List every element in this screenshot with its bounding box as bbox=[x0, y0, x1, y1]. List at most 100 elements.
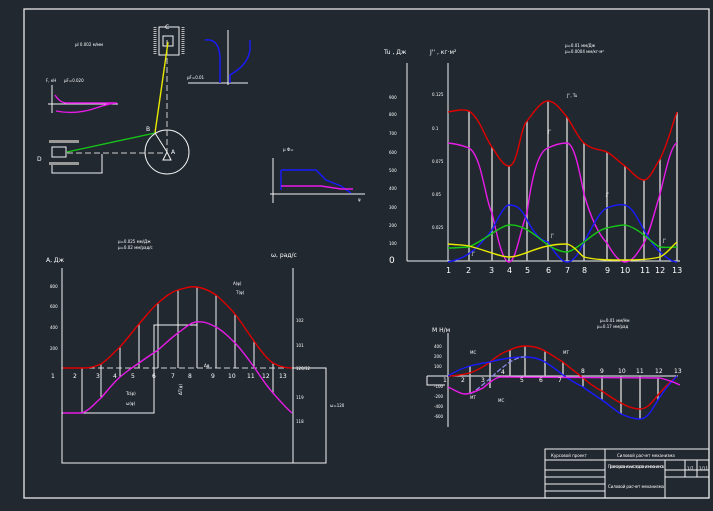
svg-text:118: 118 bbox=[296, 419, 304, 424]
svg-text:11: 11 bbox=[247, 373, 255, 380]
svg-text:200: 200 bbox=[389, 223, 397, 228]
point-d-label: D bbox=[37, 156, 42, 163]
inertia-chart: Tu , Дж J'' , кг·м² μ=0.01 мм/Дж μ=0.000… bbox=[383, 43, 682, 275]
moment-ordinates bbox=[469, 346, 659, 419]
force-top-scale: μF=0.01 bbox=[187, 75, 205, 80]
svg-text:700: 700 bbox=[389, 131, 397, 136]
omega-side-label: ω=120 bbox=[330, 403, 345, 408]
svg-text:13: 13 bbox=[674, 368, 682, 375]
svg-text:J'': J'' bbox=[547, 129, 551, 134]
total-inertia-curve bbox=[447, 100, 678, 181]
svg-text:2: 2 bbox=[461, 377, 465, 384]
legend-omega-phi: ω(φ) bbox=[126, 401, 136, 406]
moment-y-title: M Н/м bbox=[432, 327, 450, 334]
delta-t-label: ΔT(φ) bbox=[178, 384, 183, 395]
title-block-course: Курсовой проект bbox=[551, 453, 588, 458]
energy-x-labels: 12 34 56 78 9 10 11 12 13 bbox=[51, 373, 287, 380]
moment-dashed-curve bbox=[469, 356, 526, 395]
legend-tc-phi: Tc(φ) bbox=[125, 391, 136, 396]
title-block: Курсовой проект Силовой расчет механизма… bbox=[544, 448, 710, 499]
svg-text:0.1: 0.1 bbox=[432, 126, 439, 131]
svg-text:10: 10 bbox=[618, 368, 626, 375]
legend-a-phi: A(φ) bbox=[233, 281, 242, 286]
svg-text:5: 5 bbox=[525, 266, 530, 275]
svg-text:8: 8 bbox=[582, 266, 587, 275]
crank-ab bbox=[154, 132, 168, 153]
svg-text:5: 5 bbox=[520, 377, 524, 384]
energy-y-title: A, Дж bbox=[46, 257, 65, 264]
energy-scale-2: μ=0.02 мм/рад/с bbox=[118, 245, 153, 250]
svg-text:4: 4 bbox=[507, 266, 512, 275]
legend-t-phi: T(φ) bbox=[235, 290, 245, 295]
svg-text:119: 119 bbox=[296, 395, 304, 400]
svg-text:0.05: 0.05 bbox=[432, 192, 441, 197]
svg-text:8: 8 bbox=[581, 368, 585, 375]
small-chart-label: μ Ф= bbox=[283, 147, 294, 152]
svg-text:J'', Tu: J'', Tu bbox=[566, 93, 578, 98]
point-b-label: B bbox=[146, 126, 150, 133]
point-c-label: C bbox=[165, 24, 169, 31]
omega-right-ticks: 102 101 120/12 119 118 bbox=[296, 318, 311, 424]
inertia-scale-2: μ=0.0004 мм/кг·м² bbox=[565, 49, 604, 54]
svg-text:9: 9 bbox=[211, 373, 215, 380]
svg-text:0.025: 0.025 bbox=[432, 225, 444, 230]
title-block-sheets: 1/11 bbox=[699, 466, 708, 471]
svg-text:0: 0 bbox=[389, 256, 395, 266]
connecting-rod-bd bbox=[66, 132, 156, 153]
svg-text:1: 1 bbox=[51, 373, 55, 380]
moment-scale-2: μ=0.17 мм/рад bbox=[597, 324, 628, 329]
svg-text:MC: MC bbox=[470, 350, 476, 355]
svg-text:MC: MC bbox=[498, 398, 504, 403]
omega-y-title: ω, рад/с bbox=[271, 252, 297, 259]
svg-text:0.125: 0.125 bbox=[432, 92, 444, 97]
svg-text:120/12: 120/12 bbox=[296, 366, 311, 371]
drawing-sheet: μl 0.002 м/мм C A B D F, кН μF=0.020 μF=… bbox=[0, 0, 713, 511]
svg-text:200: 200 bbox=[50, 346, 58, 351]
inertia-mid-title: J'' , кг·м² bbox=[429, 49, 457, 56]
svg-text:2: 2 bbox=[73, 373, 77, 380]
svg-text:J'': J'' bbox=[662, 238, 666, 243]
svg-text:10: 10 bbox=[620, 266, 630, 275]
svg-text:J'': J'' bbox=[605, 192, 609, 197]
svg-text:13: 13 bbox=[672, 266, 682, 275]
title-block-sheet: 1/7 bbox=[687, 466, 694, 471]
svg-text:800: 800 bbox=[50, 284, 58, 289]
small-chart-axis-label: φ bbox=[358, 197, 361, 202]
drawing-canvas: μl 0.002 м/мм C A B D F, кН μF=0.020 μF=… bbox=[23, 8, 710, 499]
title-block-header: Силовой расчет механизма bbox=[617, 453, 675, 458]
inertia-mid-ticks: 0.025 0.05 0.075 0.1 0.125 bbox=[432, 92, 444, 230]
svg-text:-400: -400 bbox=[434, 404, 444, 409]
point-a-label: A bbox=[171, 149, 176, 156]
svg-text:6: 6 bbox=[152, 373, 156, 380]
svg-text:5: 5 bbox=[131, 373, 135, 380]
svg-text:800: 800 bbox=[389, 112, 397, 117]
svg-text:J'': J'' bbox=[550, 233, 554, 238]
inertia-curve-blue bbox=[447, 203, 678, 263]
svg-text:400: 400 bbox=[50, 325, 58, 330]
force-left-label: F, кН bbox=[46, 78, 56, 83]
slider-d-guide-top bbox=[49, 140, 79, 143]
svg-text:4: 4 bbox=[501, 369, 505, 376]
svg-text:7: 7 bbox=[558, 377, 562, 384]
svg-text:1: 1 bbox=[443, 377, 447, 384]
svg-text:4: 4 bbox=[113, 373, 117, 380]
svg-text:400: 400 bbox=[434, 344, 442, 349]
svg-text:400: 400 bbox=[389, 186, 397, 191]
slider-d-guide-bottom bbox=[49, 162, 79, 165]
svg-text:13: 13 bbox=[279, 373, 287, 380]
connecting-rod-bc bbox=[154, 41, 169, 134]
inertia-curve-labels: J'', Tu J'' J'' J'' J'' J'' bbox=[471, 93, 666, 256]
svg-text:900: 900 bbox=[389, 95, 397, 100]
slider-d-block bbox=[51, 146, 67, 158]
svg-text:0.075: 0.075 bbox=[432, 159, 444, 164]
mechanism-diagram: μl 0.002 м/мм C A B D F, кН μF=0.020 μF=… bbox=[37, 24, 365, 203]
energy-axes bbox=[61, 268, 327, 464]
svg-text:MT: MT bbox=[563, 350, 569, 355]
moment-chart: M Н/м μ=0.01 мм/Нм μ=0.17 мм/рад 400 200… bbox=[426, 318, 682, 427]
svg-text:200: 200 bbox=[434, 354, 442, 359]
svg-text:3: 3 bbox=[489, 266, 494, 275]
svg-text:102: 102 bbox=[296, 318, 304, 323]
energy-chart: μ=0.025 мм/Дж μ=0.02 мм/рад/с A, Дж ω, р… bbox=[46, 239, 345, 464]
svg-text:6: 6 bbox=[539, 377, 543, 384]
svg-text:MT: MT bbox=[470, 395, 476, 400]
